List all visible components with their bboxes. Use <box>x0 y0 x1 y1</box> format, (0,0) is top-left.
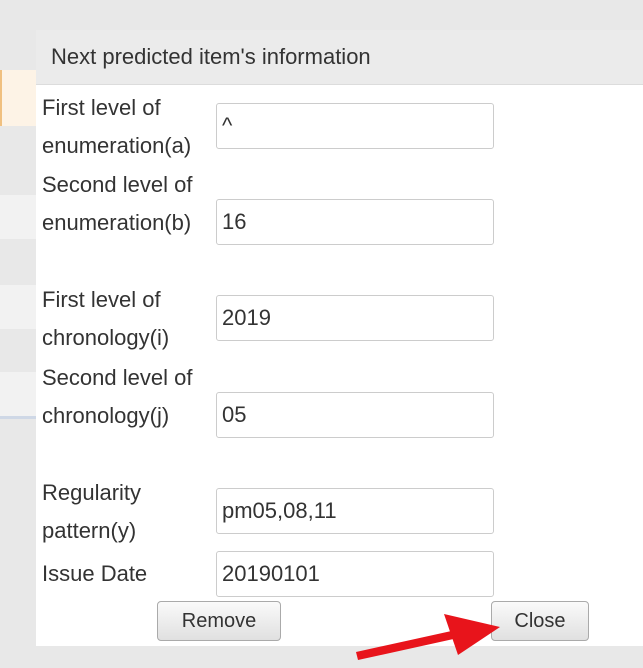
red-arrow-annotation <box>356 614 500 660</box>
arrow-head <box>444 614 500 655</box>
arrow-shaft <box>356 630 458 660</box>
